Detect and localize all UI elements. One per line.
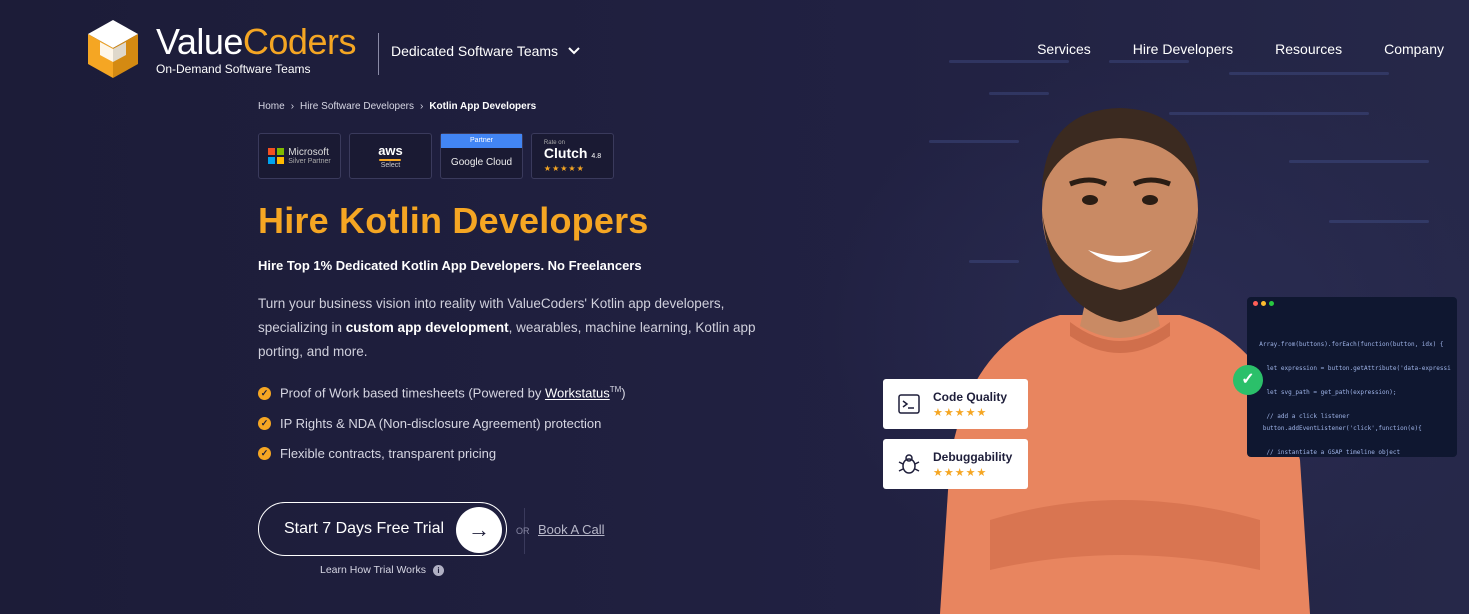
nav-services[interactable]: Services	[1037, 41, 1091, 57]
rating-stars-icon: ★★★★★	[933, 406, 988, 419]
aws-select-badge: aws Select	[349, 133, 432, 179]
hero-description: Turn your business vision into reality w…	[258, 296, 756, 359]
partner-badges: Microsoft Silver Partner aws Select Part…	[258, 133, 614, 179]
list-item: ✓ IP Rights & NDA (Non-disclosure Agreem…	[258, 408, 626, 438]
workstatus-link[interactable]: Workstatus	[545, 386, 610, 401]
custom-app-development-link[interactable]: custom app development	[346, 320, 509, 335]
nav-resources[interactable]: Resources	[1275, 41, 1342, 57]
hero-subtitle: Hire Top 1% Dedicated Kotlin App Develop…	[258, 258, 642, 273]
microsoft-logo-icon	[268, 148, 285, 164]
breadcrumb-hire-software[interactable]: Hire Software Developers	[300, 101, 414, 112]
dedicated-teams-dropdown[interactable]: Dedicated Software Teams	[391, 43, 580, 59]
valuecoders-logo[interactable]: ValueCoders On-Demand Software Teams	[82, 18, 356, 80]
page-title: Hire Kotlin Developers	[258, 200, 649, 241]
logo-tagline: On-Demand Software Teams	[156, 62, 311, 76]
chevron-down-icon	[568, 47, 580, 55]
info-icon: i	[433, 564, 445, 576]
minimize-dot-icon	[1261, 301, 1266, 306]
window-controls	[1253, 301, 1274, 306]
debuggability-title: Debuggability	[933, 449, 1013, 464]
microsoft-partner-badge: Microsoft Silver Partner	[258, 133, 341, 179]
debuggability-card: Debuggability ★★★★★	[883, 439, 1028, 489]
close-dot-icon	[1253, 301, 1258, 306]
breadcrumb-chevron-icon: ›	[290, 101, 295, 112]
clutch-rating-badge: Rate on Clutch 4.8 ★★★★★	[531, 133, 614, 179]
arrow-right-icon: →	[456, 507, 502, 553]
google-cloud-partner-badge: Partner Google Cloud	[440, 133, 523, 179]
nav-hire-developers[interactable]: Hire Developers	[1133, 41, 1233, 57]
list-item: ✓ Flexible contracts, transparent pricin…	[258, 438, 626, 468]
code-snippet-window: Array.from(buttons).forEach(function(but…	[1247, 297, 1457, 457]
clutch-stars-icon: ★★★★★	[543, 163, 585, 173]
learn-how-trial-works-link[interactable]: Learn How Trial Works i	[320, 564, 445, 576]
bug-icon	[898, 454, 920, 474]
logo-wordmark: ValueCoders	[156, 21, 356, 62]
benefit-list: ✓ Proof of Work based timesheets (Powere…	[258, 378, 626, 468]
logo-cube-icon	[82, 18, 144, 80]
breadcrumb: Home › Hire Software Developers › Kotlin…	[258, 101, 536, 112]
terminal-icon	[898, 394, 920, 414]
main-nav: Services Hire Developers Resources Compa…	[1037, 41, 1444, 57]
maximize-dot-icon	[1269, 301, 1274, 306]
or-label: OR	[516, 526, 530, 536]
breadcrumb-chevron-icon: ›	[419, 101, 424, 112]
code-quality-title: Code Quality	[933, 389, 1008, 404]
header-divider	[378, 33, 379, 75]
breadcrumb-home[interactable]: Home	[258, 101, 285, 112]
code-quality-card: Code Quality ★★★★★	[883, 379, 1028, 429]
rating-stars-icon: ★★★★★	[933, 466, 988, 479]
breadcrumb-current: Kotlin App Developers	[429, 101, 537, 112]
nav-company[interactable]: Company	[1384, 41, 1444, 57]
check-circle-icon: ✓	[258, 446, 271, 460]
check-circle-icon: ✓	[258, 386, 271, 400]
start-free-trial-button[interactable]: Start 7 Days Free Trial →	[258, 502, 507, 556]
list-item: ✓ Proof of Work based timesheets (Powere…	[258, 378, 626, 408]
check-circle-icon: ✓	[258, 416, 271, 430]
code-text: Array.from(buttons).forEach(function(but…	[1259, 341, 1451, 456]
aws-smile-icon	[379, 159, 402, 161]
success-check-icon: ✓	[1233, 365, 1263, 395]
dedicated-teams-label: Dedicated Software Teams	[391, 43, 559, 59]
book-a-call-link[interactable]: Book A Call	[538, 522, 605, 537]
